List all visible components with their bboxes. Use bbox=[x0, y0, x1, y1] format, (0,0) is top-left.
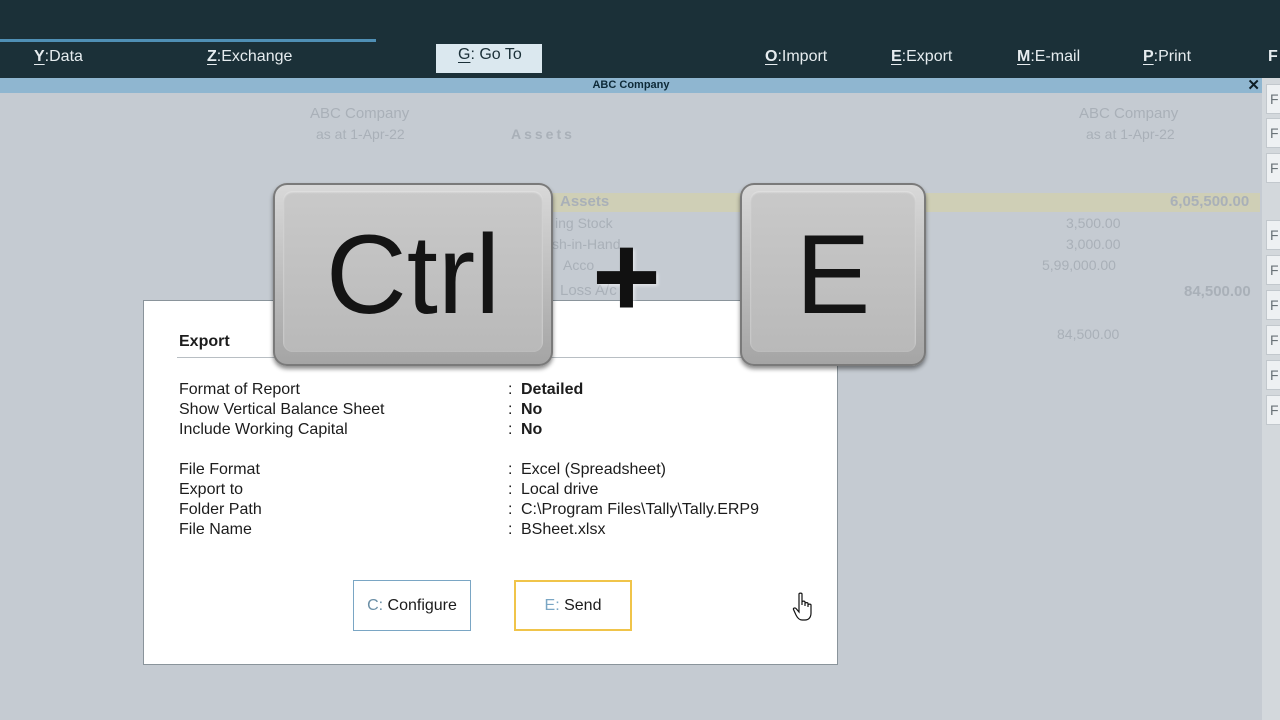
side-button[interactable]: F bbox=[1266, 220, 1280, 250]
e-key-label: E bbox=[795, 212, 871, 337]
ctrl-key-label: Ctrl bbox=[325, 212, 501, 337]
active-indicator bbox=[0, 39, 376, 42]
folder-path-value[interactable]: C:\Program Files\Tally\Tally.ERP9 bbox=[521, 501, 759, 519]
side-button[interactable]: F bbox=[1266, 395, 1280, 425]
hand-cursor-icon bbox=[792, 592, 812, 621]
menu-goto[interactable]: G: Go To bbox=[436, 44, 542, 73]
menu-export[interactable]: E:Export bbox=[891, 48, 952, 66]
format-of-report-value[interactable]: Detailed bbox=[521, 381, 583, 399]
file-name-label: File Name bbox=[179, 521, 252, 538]
colon: : bbox=[508, 521, 513, 538]
menu-print[interactable]: P:Print bbox=[1143, 48, 1191, 66]
file-name-value[interactable]: BSheet.xlsx bbox=[521, 521, 605, 539]
colon: : bbox=[508, 381, 513, 398]
ctrl-key-overlay: Ctrl bbox=[273, 183, 553, 366]
plus-sign: + bbox=[592, 211, 661, 343]
row-label: Acco bbox=[563, 257, 595, 273]
row-label: Assets bbox=[560, 193, 610, 210]
side-button[interactable]: F bbox=[1266, 84, 1280, 114]
working-capital-value[interactable]: No bbox=[521, 421, 542, 439]
side-button[interactable]: F bbox=[1266, 118, 1280, 148]
menu-exchange[interactable]: Z:Exchange bbox=[207, 48, 292, 66]
send-button[interactable]: E: Send bbox=[514, 580, 632, 631]
close-icon[interactable]: ✕ bbox=[1247, 76, 1260, 94]
colon: : bbox=[508, 481, 513, 498]
menu-email[interactable]: M:E-mail bbox=[1017, 48, 1080, 66]
export-to-value[interactable]: Local drive bbox=[521, 481, 598, 499]
format-of-report-label: Format of Report bbox=[179, 381, 300, 398]
window-title-strip: ABC Company ✕ bbox=[0, 76, 1262, 94]
side-button[interactable]: F bbox=[1266, 325, 1280, 355]
folder-path-label: Folder Path bbox=[179, 501, 262, 518]
left-company-name: ABC Company bbox=[310, 105, 410, 122]
configure-button[interactable]: C: Configure bbox=[353, 580, 471, 631]
menu-data[interactable]: Y:Data bbox=[34, 48, 83, 66]
row-amount: 84,500.00 bbox=[1184, 283, 1251, 300]
side-button[interactable]: F bbox=[1266, 255, 1280, 285]
window-title: ABC Company bbox=[592, 79, 670, 91]
dialog-title: Export bbox=[179, 333, 230, 350]
section-heading: Assets bbox=[511, 126, 575, 142]
menu-import[interactable]: O:Import bbox=[765, 48, 827, 66]
vertical-balance-sheet-value[interactable]: No bbox=[521, 401, 542, 419]
row-amount: 3,000.00 bbox=[1066, 236, 1121, 252]
right-company-name: ABC Company bbox=[1079, 105, 1179, 122]
colon: : bbox=[508, 461, 513, 478]
e-key-overlay: E bbox=[740, 183, 926, 366]
export-to-label: Export to bbox=[179, 481, 244, 498]
vertical-balance-sheet-label: Show Vertical Balance Sheet bbox=[179, 401, 385, 418]
side-button[interactable]: F bbox=[1266, 360, 1280, 390]
left-date: as at 1-Apr-22 bbox=[316, 126, 405, 142]
side-button[interactable]: F bbox=[1266, 153, 1280, 183]
row-amount: 84,500.00 bbox=[1057, 326, 1120, 342]
right-date: as at 1-Apr-22 bbox=[1086, 126, 1175, 142]
file-format-value[interactable]: Excel (Spreadsheet) bbox=[521, 461, 666, 479]
row-amount: 3,500.00 bbox=[1066, 215, 1121, 231]
colon: : bbox=[508, 421, 513, 438]
menu-overflow[interactable]: F bbox=[1268, 48, 1278, 66]
colon: : bbox=[508, 401, 513, 418]
colon: : bbox=[508, 501, 513, 518]
row-amount: 5,99,000.00 bbox=[1042, 257, 1116, 273]
working-capital-label: Include Working Capital bbox=[179, 421, 348, 438]
row-amount: 6,05,500.00 bbox=[1170, 193, 1250, 210]
top-menu-bar bbox=[0, 0, 1280, 78]
file-format-label: File Format bbox=[179, 461, 260, 478]
side-button[interactable]: F bbox=[1266, 290, 1280, 320]
